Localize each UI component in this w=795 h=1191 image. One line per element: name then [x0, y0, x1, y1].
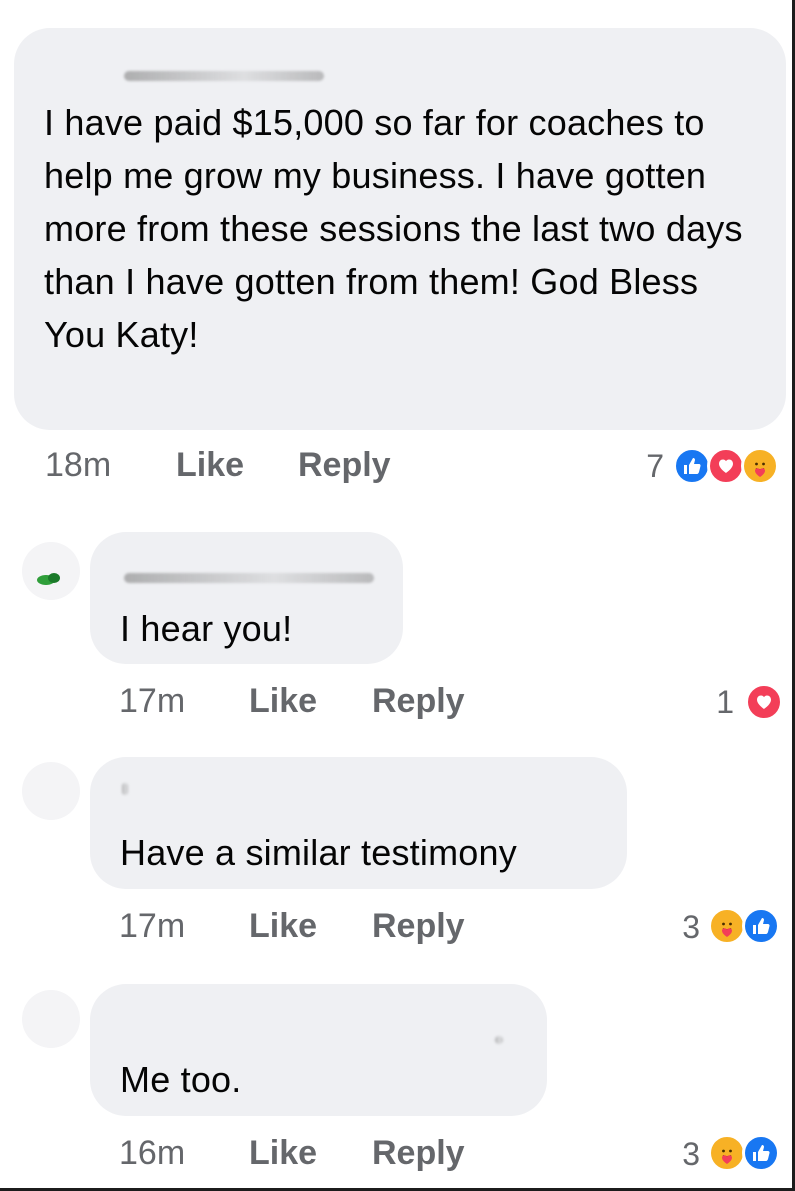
care-icon [708, 907, 746, 945]
reply-button[interactable]: Reply [372, 1134, 465, 1173]
comment-text: Me too. [120, 1059, 242, 1100]
avatar[interactable] [22, 990, 80, 1048]
author-name-redacted [495, 1036, 503, 1044]
avatar[interactable] [22, 762, 80, 820]
comment-timestamp[interactable]: 18m [45, 446, 111, 485]
reply-button[interactable]: Reply [372, 682, 465, 721]
like-button[interactable]: Like [249, 907, 317, 946]
love-icon [707, 447, 745, 485]
like-icon [673, 447, 711, 485]
comment-bubble[interactable]: I have paid $15,000 so far for coaches t… [14, 28, 786, 430]
author-name-redacted [122, 783, 128, 795]
comment-timestamp[interactable]: 17m [119, 682, 185, 721]
reaction-count: 3 [682, 1136, 700, 1172]
author-name-redacted [124, 71, 324, 81]
comment-text: I hear you! [120, 608, 293, 649]
care-icon [741, 447, 779, 485]
avatar[interactable] [22, 542, 80, 600]
like-icon [742, 907, 780, 945]
like-button[interactable]: Like [176, 446, 244, 485]
comment-timestamp[interactable]: 16m [119, 1134, 185, 1173]
reply-button[interactable]: Reply [298, 446, 391, 485]
like-button[interactable]: Like [249, 1134, 317, 1173]
reaction-count: 3 [682, 909, 700, 945]
reaction-count: 7 [646, 448, 664, 484]
reaction-count: 1 [716, 684, 734, 720]
care-icon [708, 1134, 746, 1172]
love-icon [745, 683, 783, 721]
comment-bubble[interactable]: Have a similar testimony [90, 757, 627, 889]
like-button[interactable]: Like [249, 682, 317, 721]
reply-button[interactable]: Reply [372, 907, 465, 946]
author-name-redacted [124, 573, 374, 583]
comment-timestamp[interactable]: 17m [119, 907, 185, 946]
comment-bubble[interactable]: Me too. [90, 984, 547, 1116]
comment-text: Have a similar testimony [120, 832, 517, 873]
comment-bubble[interactable]: I hear you! [90, 532, 403, 664]
like-icon [742, 1134, 780, 1172]
comment-text: I have paid $15,000 so far for coaches t… [44, 102, 743, 355]
